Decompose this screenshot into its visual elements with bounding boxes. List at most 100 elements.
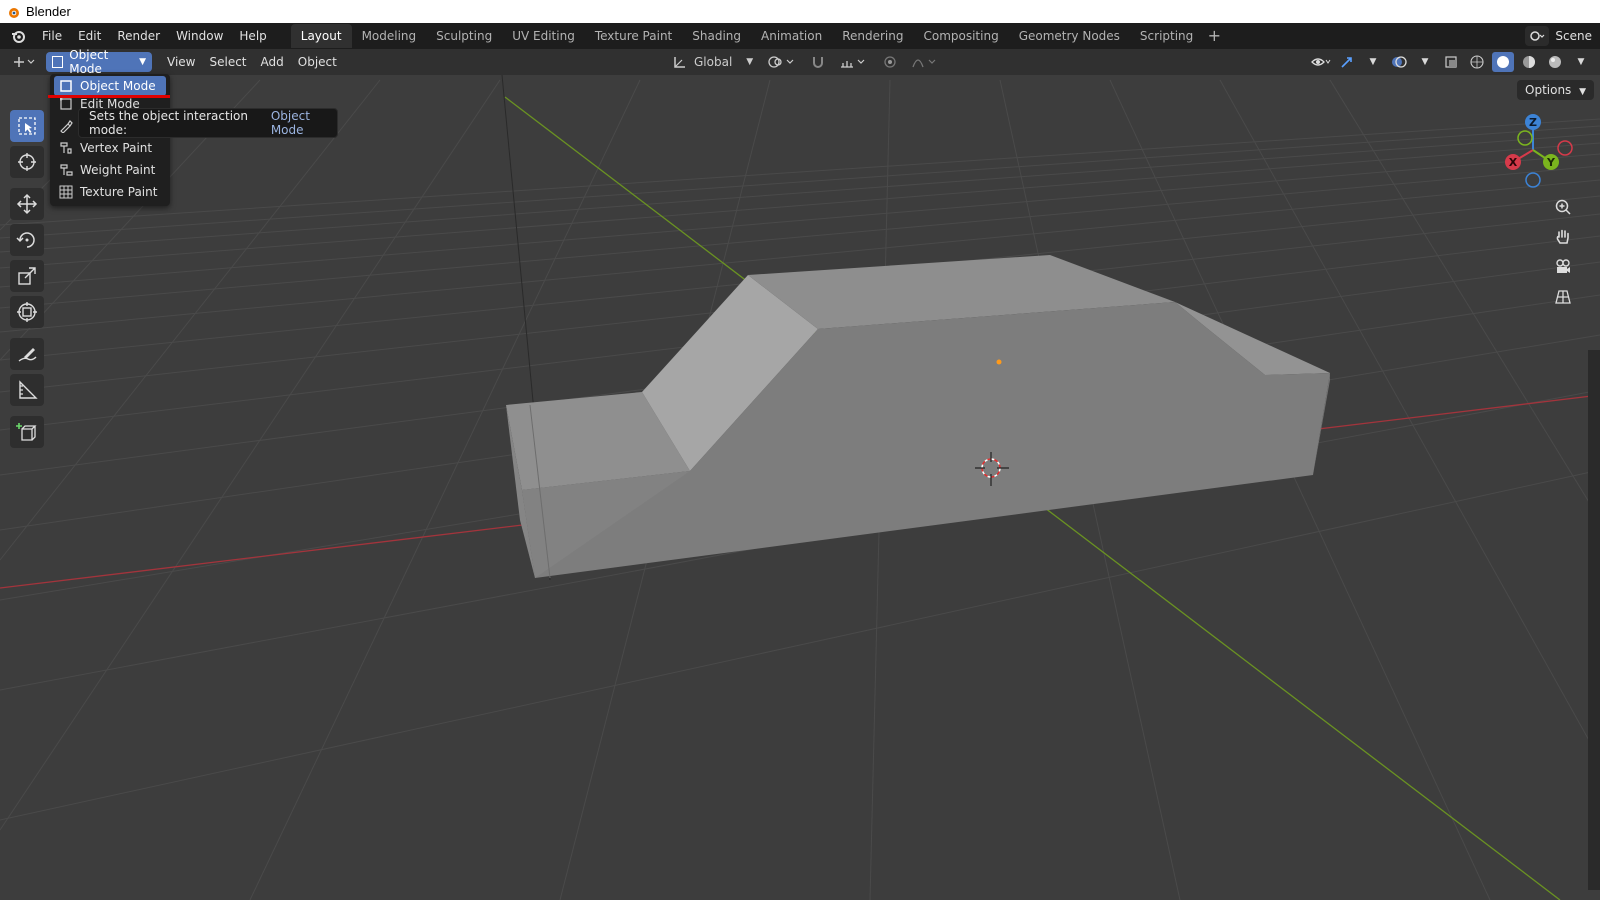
object-origin bbox=[996, 359, 1002, 365]
tab-modeling[interactable]: Modeling bbox=[352, 24, 427, 48]
magnet-icon bbox=[813, 57, 824, 68]
neg-x-handle[interactable] bbox=[1557, 140, 1573, 156]
measure-icon bbox=[19, 380, 38, 399]
tool-rotate[interactable] bbox=[10, 224, 44, 256]
sculpt-mode-icon bbox=[59, 119, 73, 133]
proportional-edit-toggle[interactable] bbox=[879, 52, 901, 72]
pivot-point-dropdown[interactable] bbox=[763, 52, 801, 72]
viewport-display-tools: ▼ ▼ ▼ bbox=[1310, 52, 1592, 72]
menu-edit[interactable]: Edit bbox=[70, 25, 109, 47]
rotate-icon bbox=[16, 232, 35, 248]
window-titlebar: Blender bbox=[0, 0, 1600, 23]
add-workspace-button[interactable]: + bbox=[1203, 24, 1225, 48]
blender-menu-icon[interactable] bbox=[8, 26, 28, 46]
menu-view[interactable]: View bbox=[160, 55, 202, 69]
editor-type-button[interactable] bbox=[8, 52, 40, 72]
mode-option-label: Object Mode bbox=[80, 79, 156, 93]
move-icon bbox=[16, 193, 38, 215]
tool-scale[interactable] bbox=[10, 260, 44, 292]
shading-wireframe[interactable] bbox=[1466, 52, 1488, 72]
workspace-tabs: Layout Modeling Sculpting UV Editing Tex… bbox=[290, 24, 1226, 48]
shading-solid[interactable] bbox=[1492, 52, 1514, 72]
orientation-dropdown[interactable]: Global ▼ bbox=[668, 52, 757, 72]
neg-y-handle[interactable] bbox=[1517, 130, 1533, 146]
tab-texture-paint[interactable]: Texture Paint bbox=[585, 24, 682, 48]
tool-add-cube[interactable] bbox=[10, 416, 44, 448]
tab-rendering[interactable]: Rendering bbox=[832, 24, 913, 48]
shading-rendered[interactable] bbox=[1544, 52, 1566, 72]
snap-toggle[interactable] bbox=[807, 52, 829, 72]
shading-dropdown[interactable]: ▼ bbox=[1570, 52, 1592, 72]
scene-browse-icon[interactable] bbox=[1525, 26, 1550, 46]
camera-view-button[interactable] bbox=[1549, 253, 1577, 281]
shading-material[interactable] bbox=[1518, 52, 1540, 72]
zoom-button[interactable] bbox=[1549, 193, 1577, 221]
overlays-dropdown[interactable]: ▼ bbox=[1414, 52, 1436, 72]
select-box-icon bbox=[18, 117, 36, 135]
xray-icon bbox=[1445, 56, 1457, 68]
object-mode-icon bbox=[59, 79, 73, 93]
tab-uv-editing[interactable]: UV Editing bbox=[502, 24, 585, 48]
snap-target-dropdown[interactable] bbox=[835, 52, 873, 72]
mode-option-weight-paint[interactable]: Weight Paint bbox=[54, 160, 166, 180]
tool-select-box[interactable] bbox=[10, 110, 44, 142]
tab-shading[interactable]: Shading bbox=[682, 24, 751, 48]
tab-layout[interactable]: Layout bbox=[290, 24, 352, 48]
proportional-falloff-dropdown[interactable] bbox=[907, 52, 945, 72]
tool-transform[interactable] bbox=[10, 296, 44, 328]
top-menubar: File Edit Render Window Help Layout Mode… bbox=[0, 23, 1600, 49]
mode-option-object[interactable]: Object Mode bbox=[54, 76, 166, 96]
tab-compositing[interactable]: Compositing bbox=[913, 24, 1008, 48]
snap-increment-icon bbox=[841, 59, 865, 68]
gizmo-z-label: Z bbox=[1529, 116, 1537, 129]
visibility-dropdown[interactable] bbox=[1310, 52, 1332, 72]
tool-cursor[interactable] bbox=[10, 146, 44, 178]
tool-annotate[interactable] bbox=[10, 338, 44, 370]
blender-icon bbox=[12, 31, 25, 43]
mode-option-label: Weight Paint bbox=[80, 163, 156, 177]
mode-option-texture-paint[interactable]: Texture Paint bbox=[54, 182, 166, 202]
tooltip-value: Object Mode bbox=[270, 109, 310, 137]
solid-sphere-icon bbox=[1497, 56, 1509, 68]
tool-measure[interactable] bbox=[10, 374, 44, 406]
gizmo-y-label: Y bbox=[1546, 156, 1556, 169]
perspective-toggle-button[interactable] bbox=[1549, 283, 1577, 311]
zoom-icon bbox=[1555, 199, 1571, 215]
menu-file[interactable]: File bbox=[34, 25, 70, 47]
sidebar-tabs-strip[interactable] bbox=[1588, 350, 1600, 890]
menu-render[interactable]: Render bbox=[109, 25, 168, 47]
menu-add[interactable]: Add bbox=[254, 55, 291, 69]
object-mode-icon bbox=[52, 56, 64, 68]
wireframe-sphere-icon bbox=[1470, 55, 1484, 69]
menu-object[interactable]: Object bbox=[291, 55, 344, 69]
scale-icon bbox=[18, 267, 36, 285]
overlays-toggle[interactable] bbox=[1388, 52, 1410, 72]
navigation-gizmo[interactable]: Z X Y bbox=[1493, 110, 1575, 192]
mode-tooltip: Sets the object interaction mode: Object… bbox=[78, 108, 338, 138]
car-mesh bbox=[506, 255, 1330, 578]
pivot-icon bbox=[768, 56, 794, 68]
orientation-icon bbox=[674, 57, 685, 68]
mode-select-dropdown[interactable]: Object Mode ▼ bbox=[46, 48, 152, 76]
tab-animation[interactable]: Animation bbox=[751, 24, 832, 48]
menu-window[interactable]: Window bbox=[168, 25, 231, 47]
xray-toggle[interactable] bbox=[1440, 52, 1462, 72]
texture-paint-icon bbox=[59, 185, 73, 199]
transform-tools: Global ▼ bbox=[668, 52, 945, 72]
scene-name[interactable]: Scene bbox=[1555, 29, 1592, 43]
mode-option-label: Vertex Paint bbox=[80, 141, 153, 155]
mode-option-vertex-paint[interactable]: Vertex Paint bbox=[54, 138, 166, 158]
gizmo-dropdown[interactable]: ▼ bbox=[1362, 52, 1384, 72]
tool-move[interactable] bbox=[10, 188, 44, 220]
tab-scripting[interactable]: Scripting bbox=[1130, 24, 1203, 48]
gizmo-toggle[interactable] bbox=[1336, 52, 1358, 72]
tab-sculpting[interactable]: Sculpting bbox=[426, 24, 502, 48]
menu-select[interactable]: Select bbox=[202, 55, 253, 69]
3d-viewport[interactable] bbox=[0, 75, 1600, 900]
neg-z-handle[interactable] bbox=[1525, 172, 1541, 188]
menu-help[interactable]: Help bbox=[231, 25, 274, 47]
add-cube-icon bbox=[16, 423, 37, 441]
pan-button[interactable] bbox=[1549, 223, 1577, 251]
tab-geometry-nodes[interactable]: Geometry Nodes bbox=[1009, 24, 1130, 48]
options-dropdown[interactable]: Options ▼ bbox=[1517, 80, 1595, 100]
